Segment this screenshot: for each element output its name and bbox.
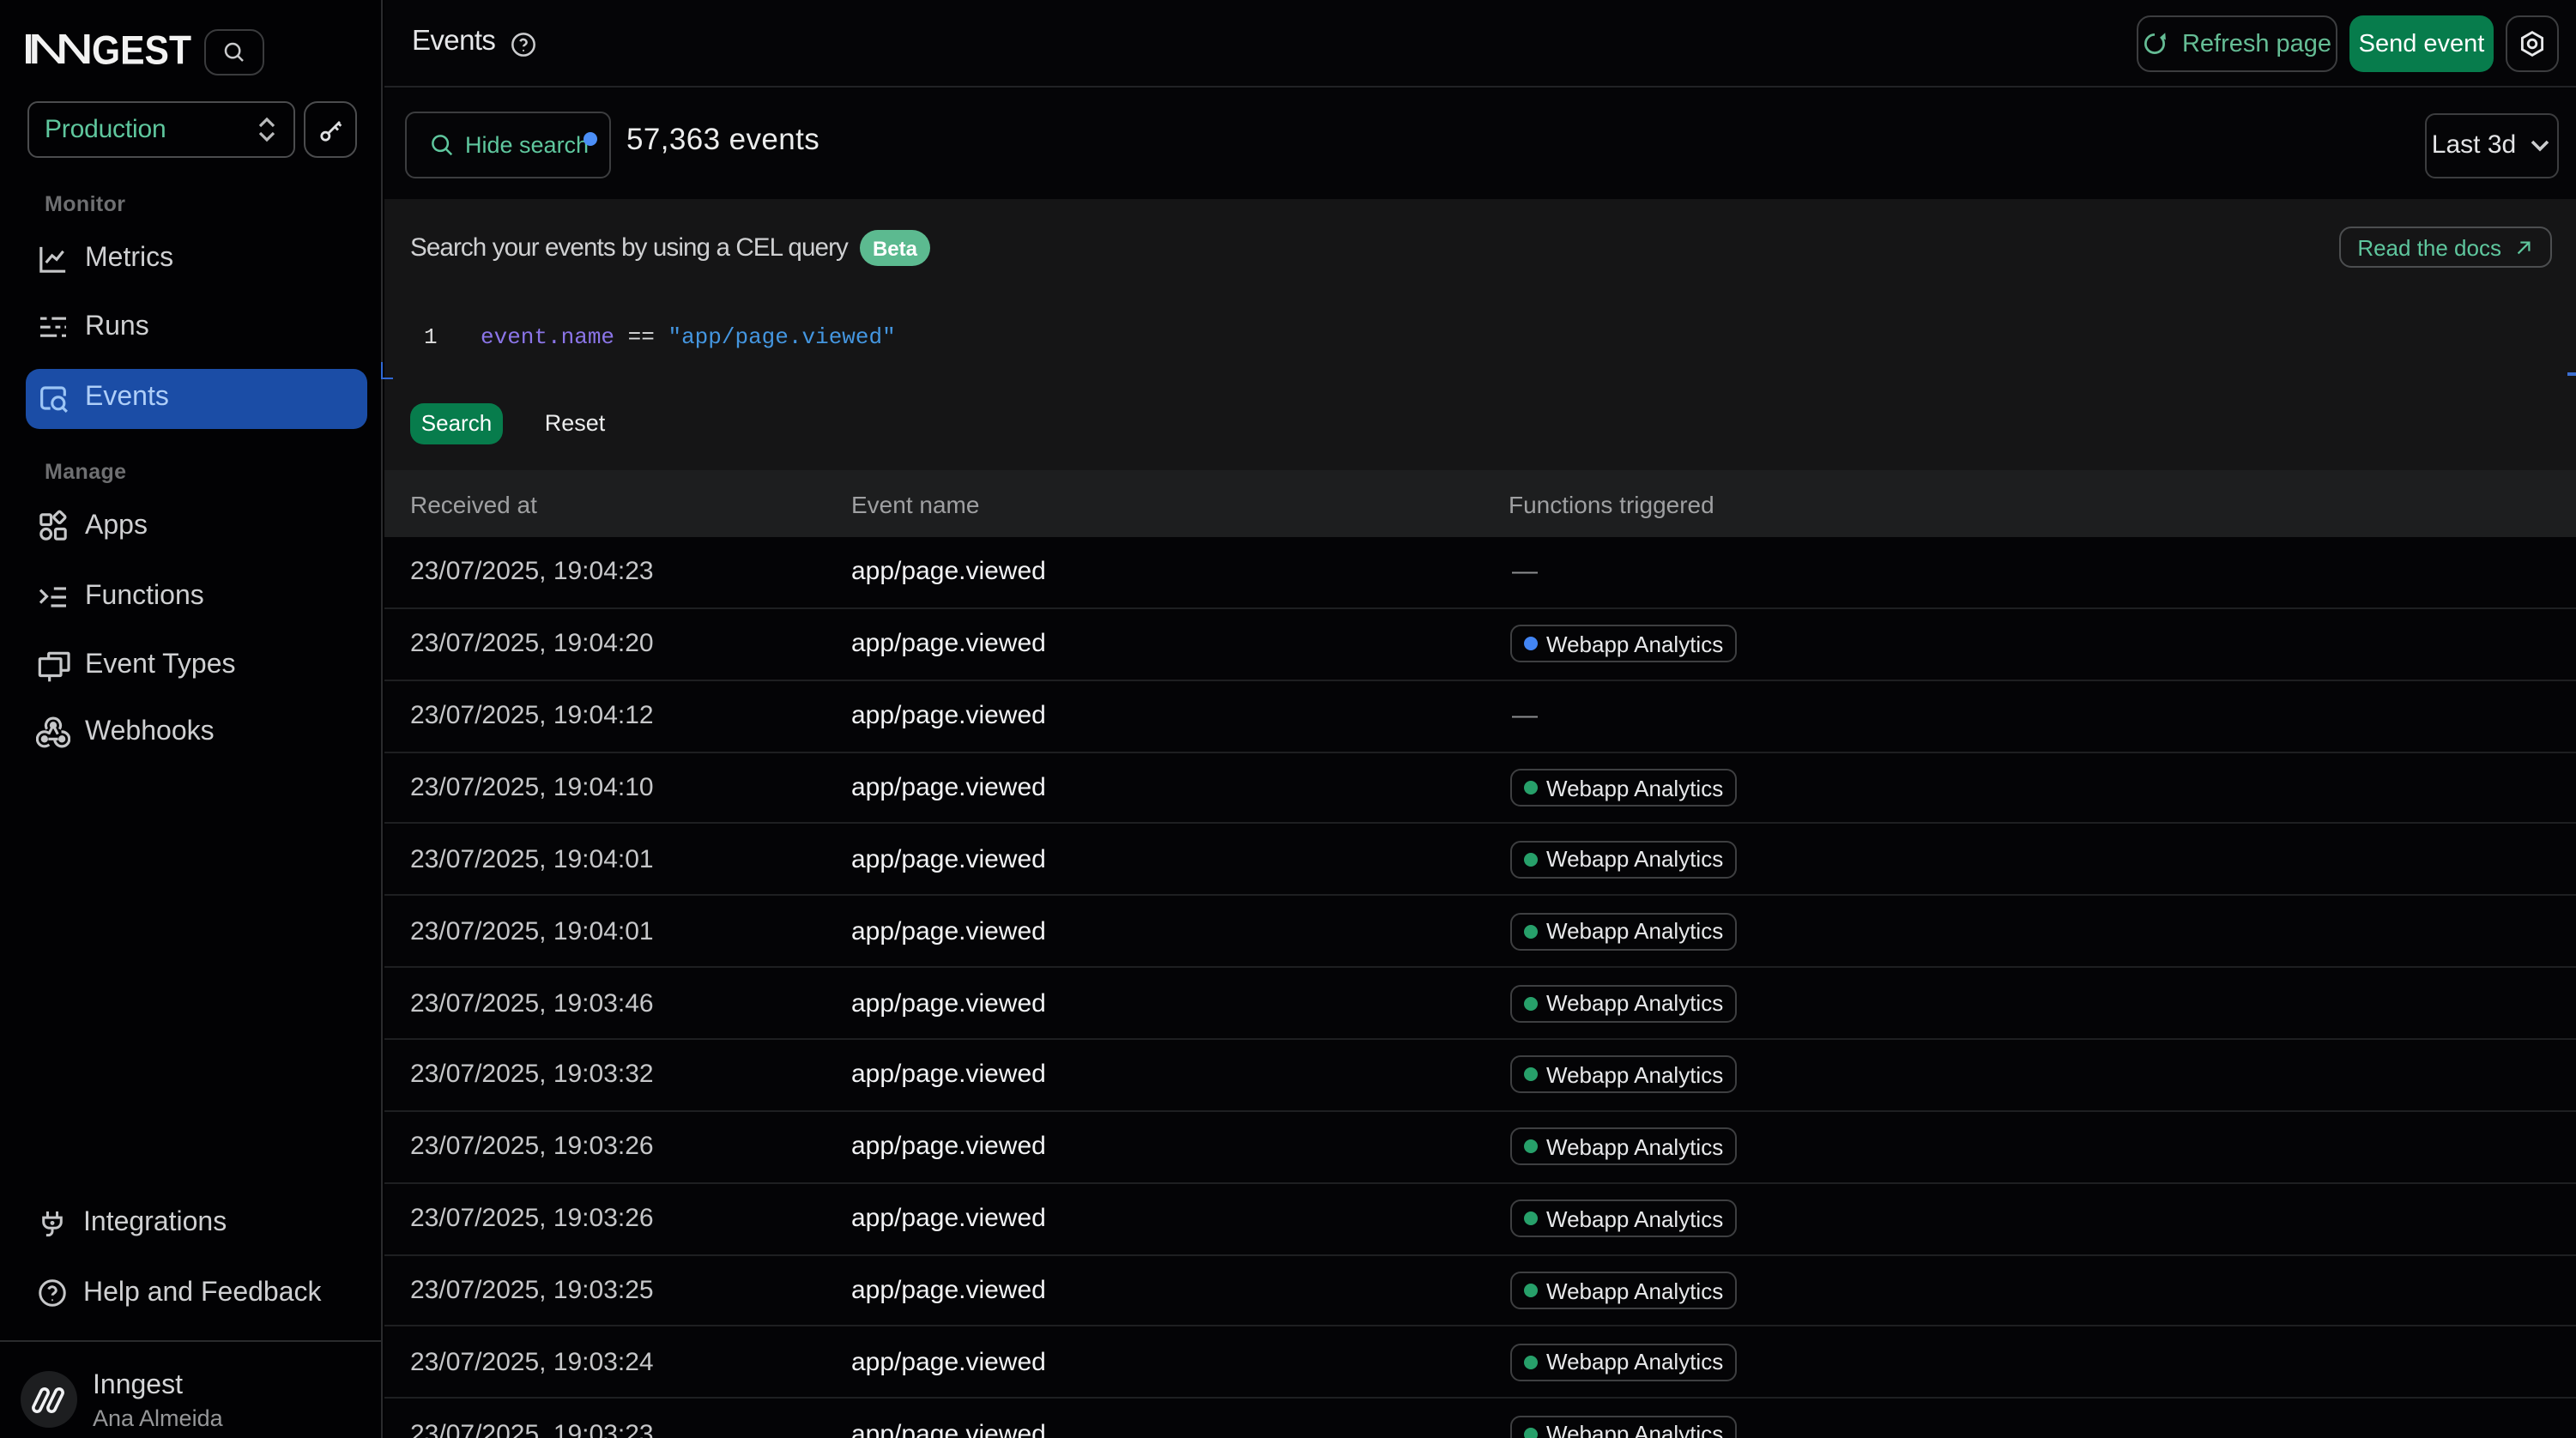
svg-text:GEST: GEST bbox=[92, 33, 191, 65]
